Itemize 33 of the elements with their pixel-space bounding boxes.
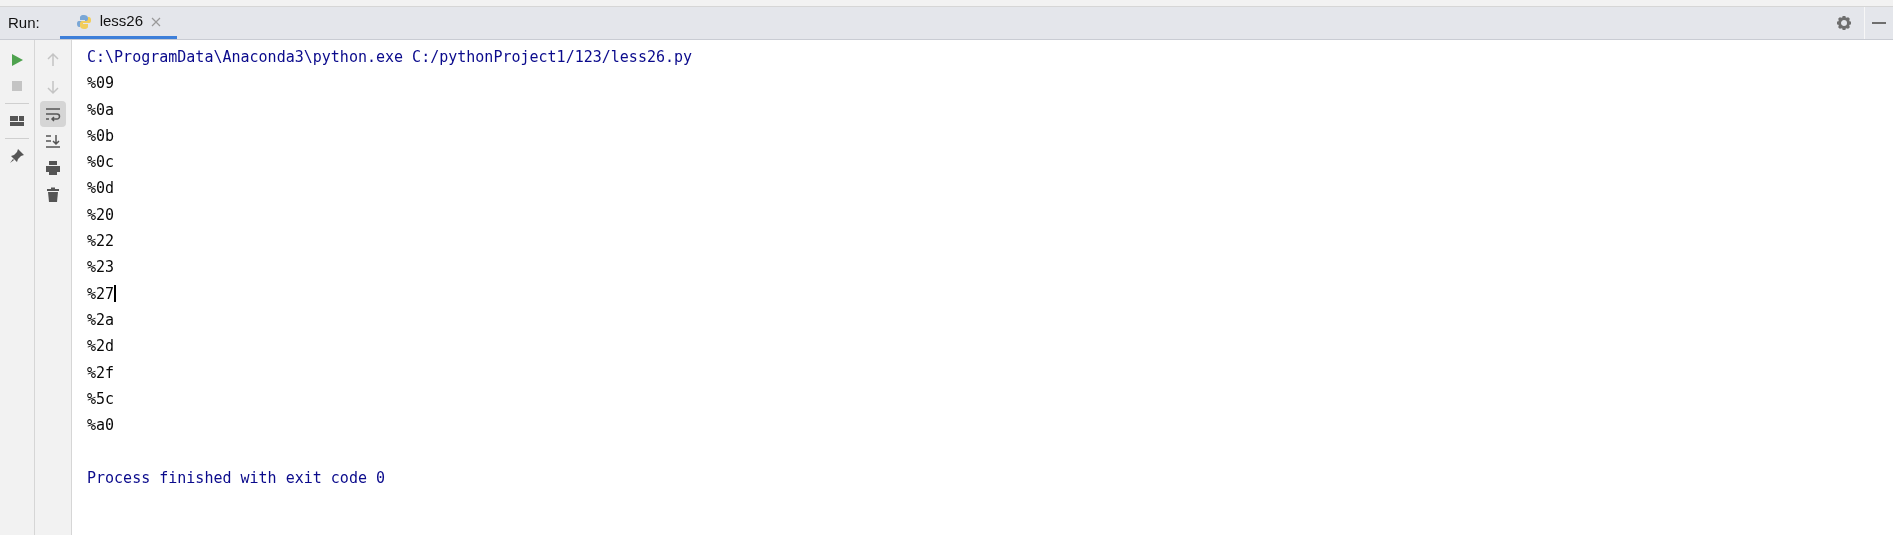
console-line: %09 — [87, 73, 115, 95]
run-icon — [9, 52, 25, 68]
stop-icon — [9, 78, 25, 94]
console-line: %5c — [87, 388, 115, 410]
toolbar-button[interactable] — [40, 101, 66, 127]
printer-icon — [45, 160, 61, 176]
console-line: %0c — [87, 152, 115, 174]
console-line: %0a — [87, 99, 115, 121]
arrow-up-icon — [45, 52, 61, 68]
scroll-to-end-icon — [45, 133, 61, 149]
console-line: %22 — [87, 231, 115, 253]
layout-icon — [9, 113, 25, 129]
soft-wrap-icon — [45, 106, 61, 122]
arrow-down-icon — [45, 79, 61, 95]
console-line: %27 — [87, 283, 115, 305]
console-line: %0b — [87, 125, 115, 147]
console-line: %2f — [87, 362, 115, 384]
console-line: %2d — [87, 336, 115, 358]
settings-icon[interactable] — [1836, 15, 1852, 31]
console-line: %20 — [87, 204, 115, 226]
console-line: %2a — [87, 309, 115, 331]
run-panel-label: Run: — [8, 12, 40, 33]
pin-icon — [9, 148, 25, 164]
console-line: C:\ProgramData\Anaconda3\python.exe C:/pythonProject1/123/less26.py — [87, 47, 693, 68]
close-icon[interactable] — [151, 16, 162, 27]
console-line: Process finished with exit code 0 — [87, 467, 385, 489]
console-line: %23 — [87, 257, 115, 279]
console-line: %a0 — [87, 415, 115, 437]
tab-title: less26 — [99, 11, 144, 32]
python-file-icon — [75, 13, 92, 30]
trash-icon — [45, 187, 61, 203]
console-line: %0d — [87, 178, 115, 200]
run-tab[interactable]: less26 — [59, 7, 178, 39]
